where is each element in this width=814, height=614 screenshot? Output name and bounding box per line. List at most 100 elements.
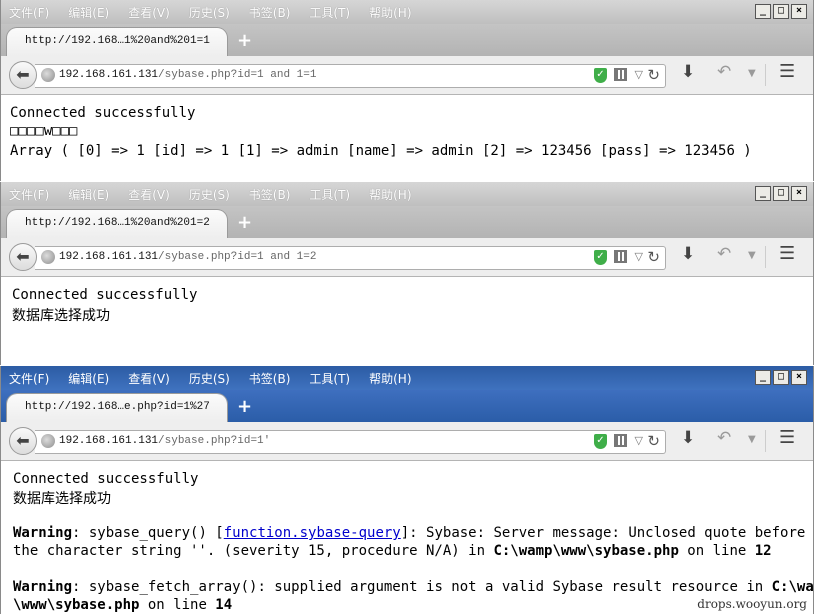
close-button[interactable]: × [791,4,807,19]
chevron-down-icon[interactable]: ▽ [635,434,643,447]
maximize-button[interactable]: □ [773,4,789,19]
url-path: /sybase.php?id=1 and 1=1 [158,69,317,81]
url-text[interactable]: 192.168.161.131/sybase.php?id=1 and 1=2 [59,251,316,263]
reload-icon[interactable]: ↻ [647,248,660,266]
tab-strip: http://192.168…1%20and%201=1 + [1,24,813,56]
menu-bookmarks[interactable]: 书签(B) [249,4,291,21]
warning-message-2-cont: \www\sybase.php on line 14 [13,597,232,613]
undo-icon[interactable]: ↶ [717,428,731,448]
menu-bookmarks[interactable]: 书签(B) [249,186,291,203]
menu-view[interactable]: 查看(V) [128,370,170,387]
shield-icon[interactable]: ✓ [594,68,607,83]
menu-file[interactable]: 文件(F) [9,4,49,21]
tab-active[interactable]: http://192.168…1%20and%201=2 [7,210,227,238]
tab-active[interactable]: http://192.168…e.php?id=1%27 [7,394,227,422]
arrow-left-icon: ⬅ [16,247,30,266]
maximize-button[interactable]: □ [773,186,789,201]
new-tab-button[interactable]: + [237,396,252,417]
arrow-left-icon: ⬅ [16,65,30,84]
undo-icon[interactable]: ↶ [717,62,731,82]
line-number: 14 [215,597,233,613]
url-text[interactable]: 192.168.161.131/sybase.php?id=1' [59,435,270,447]
new-tab-button[interactable]: + [237,212,252,233]
db-select-line: 数据库选择成功 [12,308,110,324]
menu-history[interactable]: 历史(S) [189,370,230,387]
reload-icon[interactable]: ↻ [647,432,660,450]
minimize-button[interactable]: _ [755,4,771,19]
menu-history[interactable]: 历史(S) [189,4,230,21]
warning-label: Warning [13,579,73,595]
hamburger-menu-icon[interactable]: ☰ [779,243,795,264]
url-bar[interactable]: 192.168.161.131/sybase.php?id=1 and 1=1 … [35,64,666,88]
url-bar[interactable]: 192.168.161.131/sybase.php?id=1 and 1=2 … [35,246,666,270]
close-button[interactable]: × [791,186,807,201]
chevron-down-icon[interactable]: ▽ [635,250,643,263]
file-path: C:\wamp\www\sybase.php [493,543,679,559]
back-button[interactable]: ⬅ [9,61,37,89]
chevron-down-icon[interactable]: ▼ [748,434,756,445]
menu-view[interactable]: 查看(V) [128,4,170,21]
back-button[interactable]: ⬅ [9,243,37,271]
menu-edit[interactable]: 编辑(E) [68,370,109,387]
url-bar[interactable]: 192.168.161.131/sybase.php?id=1' ✓ ▽ ↻ [35,430,666,454]
menu-help[interactable]: 帮助(H) [369,370,411,387]
qr-code-icon[interactable] [614,434,627,447]
browser-window-2: 文件(F) 编辑(E) 查看(V) 历史(S) 书签(B) 工具(T) 帮助(H… [0,182,814,365]
undo-icon[interactable]: ↶ [717,244,731,264]
status-line: Connected successfully [13,471,199,487]
db-select-line: 数据库选择成功 [13,491,111,507]
warning-text: on line [139,597,216,613]
hamburger-menu-icon[interactable]: ☰ [779,427,795,448]
menu-bar: 文件(F) 编辑(E) 查看(V) 历史(S) 书签(B) 工具(T) 帮助(H… [1,182,813,206]
menu-tools[interactable]: 工具(T) [309,186,350,203]
array-output: Array ( [0] => 1 [id] => 1 [1] => admin … [10,143,752,159]
tab-active[interactable]: http://192.168…1%20and%201=1 [7,28,227,56]
tab-title: http://192.168…e.php?id=1%27 [25,401,210,413]
maximize-button[interactable]: □ [773,370,789,385]
browser-window-3: 文件(F) 编辑(E) 查看(V) 历史(S) 书签(B) 工具(T) 帮助(H… [0,366,814,614]
shield-icon[interactable]: ✓ [594,434,607,449]
tab-title: http://192.168…1%20and%201=1 [25,35,210,47]
menu-history[interactable]: 历史(S) [189,186,230,203]
status-line: Connected successfully [10,105,196,121]
warning-message-2: Warning: sybase_fetch_array(): supplied … [13,579,813,595]
minimize-button[interactable]: _ [755,186,771,201]
menu-bookmarks[interactable]: 书签(B) [249,370,291,387]
download-icon[interactable]: ⬇ [681,428,695,448]
menu-edit[interactable]: 编辑(E) [68,186,109,203]
menu-edit[interactable]: 编辑(E) [68,4,109,21]
reload-icon[interactable]: ↻ [647,66,660,84]
chevron-down-icon[interactable]: ▽ [635,68,643,81]
warning-text: on line [678,543,755,559]
download-icon[interactable]: ⬇ [681,62,695,82]
qr-code-icon[interactable] [614,68,627,81]
chevron-down-icon[interactable]: ▼ [748,250,756,261]
menu-help[interactable]: 帮助(H) [369,186,411,203]
menu-view[interactable]: 查看(V) [128,186,170,203]
toolbar-divider [765,246,766,268]
menu-tools[interactable]: 工具(T) [309,4,350,21]
download-icon[interactable]: ⬇ [681,244,695,264]
menu-tools[interactable]: 工具(T) [309,370,350,387]
chevron-down-icon[interactable]: ▼ [748,68,756,79]
url-path: /sybase.php?id=1' [158,435,271,447]
back-button[interactable]: ⬅ [9,427,37,455]
qr-code-icon[interactable] [614,250,627,263]
globe-icon [41,68,55,82]
new-tab-button[interactable]: + [237,30,252,51]
page-content: Connected successfully 数据库选择成功 Warning: … [1,461,813,614]
hamburger-menu-icon[interactable]: ☰ [779,61,795,82]
url-text[interactable]: 192.168.161.131/sybase.php?id=1 and 1=1 [59,69,316,81]
menu-bar: 文件(F) 编辑(E) 查看(V) 历史(S) 书签(B) 工具(T) 帮助(H… [1,0,813,24]
toolbar-divider [765,430,766,452]
menu-help[interactable]: 帮助(H) [369,4,411,21]
menu-file[interactable]: 文件(F) [9,370,49,387]
navigation-toolbar: 192.168.161.131/sybase.php?id=1' ✓ ▽ ↻ ⬅… [1,422,813,461]
minimize-button[interactable]: _ [755,370,771,385]
navigation-toolbar: 192.168.161.131/sybase.php?id=1 and 1=1 … [1,56,813,95]
menu-file[interactable]: 文件(F) [9,186,49,203]
close-button[interactable]: × [791,370,807,385]
function-doc-link[interactable]: function.sybase-query [224,525,401,541]
shield-icon[interactable]: ✓ [594,250,607,265]
warning-message-1: Warning: sybase_query() [function.sybase… [13,525,805,541]
